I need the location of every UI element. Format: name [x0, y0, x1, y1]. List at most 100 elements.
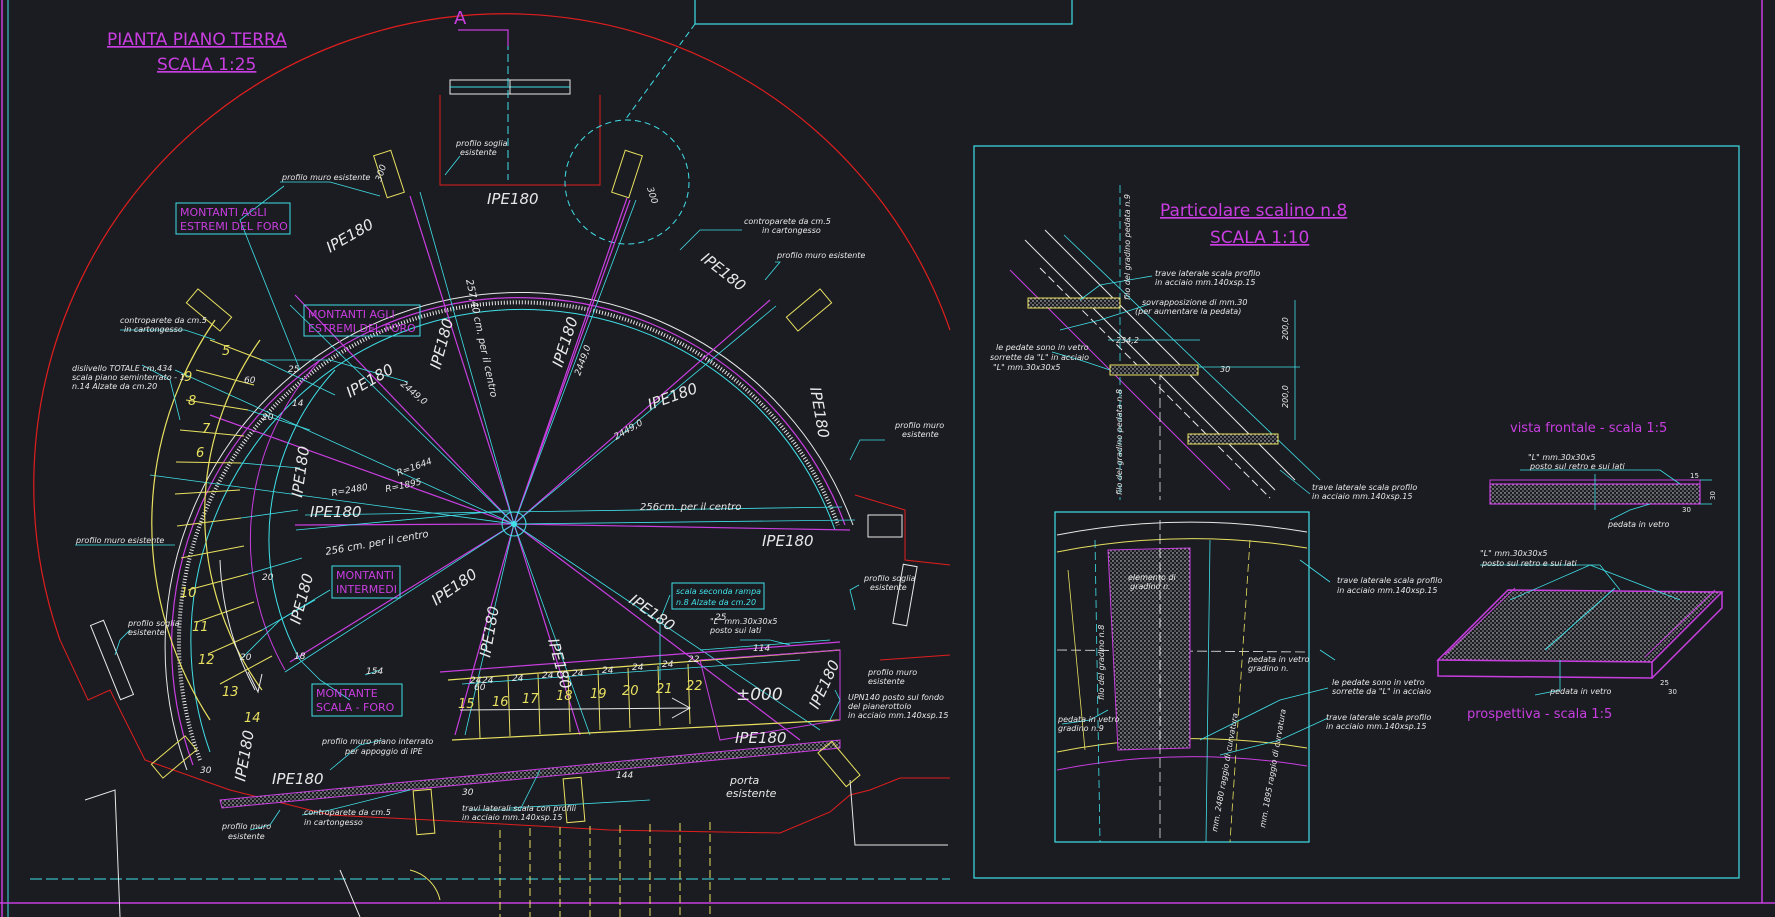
- svg-text:30: 30: [462, 788, 474, 798]
- plan-scale: SCALA 1:25: [157, 55, 256, 75]
- frontal-view: vista frontale - scala 1:5 "L" mm.30x30x…: [1489, 421, 1717, 529]
- svg-text:21: 21: [656, 682, 673, 697]
- svg-text:pedata in vetro: pedata in vetro: [1549, 687, 1611, 696]
- svg-text:trave laterale scala profilo: trave laterale scala profilo: [1326, 713, 1431, 722]
- svg-text:12: 12: [198, 653, 215, 668]
- svg-text:controparete da cm.5: controparete da cm.5: [304, 808, 391, 817]
- beam-label-extra-5: IPE180: [231, 729, 258, 783]
- svg-text:18: 18: [556, 689, 573, 704]
- svg-text:24: 24: [542, 671, 554, 681]
- svg-text:in cartongesso: in cartongesso: [124, 325, 183, 334]
- svg-text:15: 15: [458, 697, 475, 712]
- svg-text:profilo muro piano interrato: profilo muro piano interrato: [321, 737, 433, 746]
- svg-text:dislivello TOTALE cm.434: dislivello TOTALE cm.434: [72, 364, 172, 373]
- svg-text:profilo soglia: profilo soglia: [127, 619, 180, 628]
- svg-text:IPE180: IPE180: [288, 445, 313, 499]
- svg-text:trave laterale scala profilo: trave laterale scala profilo: [1337, 576, 1442, 585]
- svg-text:per appoggio di IPE: per appoggio di IPE: [344, 747, 424, 756]
- plan-title: PIANTA PIANO TERRA: [107, 30, 287, 50]
- svg-text:controparete da cm.5: controparete da cm.5: [744, 217, 831, 226]
- svg-text:n.8 Alzate da cm.20: n.8 Alzate da cm.20: [676, 598, 756, 607]
- bottom-wall: [84, 779, 948, 917]
- svg-text:114: 114: [753, 644, 770, 654]
- svg-text:24: 24: [572, 669, 584, 679]
- svg-text:gradino n.: gradino n.: [1130, 582, 1171, 591]
- svg-text:11: 11: [192, 620, 209, 635]
- svg-text:22: 22: [688, 655, 700, 665]
- svg-text:scala seconda rampa: scala seconda rampa: [676, 587, 761, 596]
- svg-text:IPE180: IPE180: [286, 572, 317, 626]
- svg-text:144: 144: [616, 771, 633, 781]
- svg-text:filo del gradino n.8: filo del gradino n.8: [1097, 625, 1106, 700]
- svg-text:30: 30: [1682, 506, 1691, 514]
- boxed-label-rampa: scala seconda rampa n.8 Alzate da cm.20: [671, 582, 765, 610]
- svg-text:gradino n.: gradino n.: [1248, 664, 1289, 673]
- svg-text:pedata in vetro: pedata in vetro: [1247, 655, 1309, 664]
- svg-text:travi laterali scala con profi: travi laterali scala con profili: [462, 804, 577, 813]
- svg-text:gradino n.9: gradino n.9: [1058, 724, 1104, 733]
- svg-text:le pedate sono in vetro: le pedate sono in vetro: [996, 343, 1089, 352]
- title-block-top: [694, 0, 1073, 25]
- step-numbers: 5 6 7 8 9 10 11 12 13 14 15 16 17 18 19 …: [180, 344, 703, 726]
- svg-text:INTERMEDI: INTERMEDI: [336, 583, 397, 596]
- svg-text:profilo muro esistente: profilo muro esistente: [776, 251, 865, 260]
- svg-text:19: 19: [590, 687, 607, 702]
- svg-text:256 cm. per il centro: 256 cm. per il centro: [325, 529, 430, 558]
- svg-text:30: 30: [1220, 365, 1230, 374]
- svg-text:sorrette da "L" in acciaio: sorrette da "L" in acciaio: [990, 353, 1089, 362]
- door-label: porta esistente: [726, 774, 777, 800]
- boxed-label-montanti-1: MONTANTI AGLI ESTREMI DEL FORO: [175, 202, 291, 235]
- plan-title-group: PIANTA PIANO TERRA SCALA 1:25: [107, 30, 287, 75]
- radial-beam-centerlines: [149, 191, 856, 736]
- svg-text:mm. 1895 raggio di curvatura: mm. 1895 raggio di curvatura: [1258, 708, 1288, 828]
- detail-title: Particolare scalino n.8: [1160, 201, 1347, 221]
- svg-text:esistente: esistente: [128, 628, 165, 637]
- detail-callout-leader: [624, 23, 696, 121]
- svg-text:200,0: 200,0: [1281, 317, 1290, 340]
- svg-text:IPE180: IPE180: [272, 770, 324, 788]
- svg-text:posto sul retro e sui lati: posto sul retro e sui lati: [1529, 462, 1626, 471]
- svg-text:in cartongesso: in cartongesso: [762, 226, 821, 235]
- svg-text:IPE180: IPE180: [762, 532, 814, 550]
- svg-text:SCALA - FORO: SCALA - FORO: [316, 701, 395, 714]
- detail-circle: [564, 119, 690, 245]
- svg-text:porta: porta: [729, 774, 760, 787]
- svg-text:24: 24: [662, 660, 674, 670]
- svg-text:24: 24: [512, 674, 524, 684]
- svg-text:elemento di: elemento di: [1128, 573, 1177, 582]
- svg-text:±000: ±000: [736, 685, 783, 705]
- svg-text:"L" mm.30x30x5: "L" mm.30x30x5: [1528, 453, 1595, 462]
- section-mark: A: [454, 8, 467, 29]
- svg-text:R=1644: R=1644: [396, 457, 434, 479]
- svg-text:in acciaio mm.140xsp.15: in acciaio mm.140xsp.15: [462, 813, 562, 822]
- svg-text:"L" mm.30x30x5: "L" mm.30x30x5: [993, 363, 1060, 372]
- svg-text:ESTREMI DEL FORO: ESTREMI DEL FORO: [180, 220, 288, 233]
- svg-text:24: 24: [602, 666, 614, 676]
- svg-text:"L" mm.30x30x5: "L" mm.30x30x5: [1480, 549, 1547, 558]
- svg-text:IPE180: IPE180: [487, 190, 539, 208]
- svg-text:13: 13: [222, 685, 239, 700]
- beam-label-extra-3: IPE180: [805, 657, 843, 711]
- svg-text:25: 25: [1660, 679, 1669, 687]
- frontal-title: vista frontale - scala 1:5: [1510, 421, 1667, 436]
- svg-text:2449,0: 2449,0: [398, 380, 429, 408]
- svg-text:sovrapposizione di mm.30: sovrapposizione di mm.30: [1142, 298, 1247, 307]
- svg-text:5: 5: [222, 344, 230, 359]
- svg-text:30: 30: [200, 766, 212, 776]
- svg-text:profilo muro: profilo muro: [221, 822, 271, 831]
- svg-text:MONTANTI AGLI: MONTANTI AGLI: [308, 308, 395, 321]
- svg-text:234,2: 234,2: [1116, 336, 1139, 345]
- svg-text:esistente: esistente: [870, 583, 907, 592]
- detail-notes: trave laterale scala profilo in acciaio …: [990, 194, 1442, 733]
- svg-text:200,0: 200,0: [1281, 385, 1290, 408]
- svg-text:30: 30: [1709, 491, 1717, 500]
- svg-text:sorrette da "L" in acciaio: sorrette da "L" in acciaio: [1332, 687, 1431, 696]
- svg-text:R=2480: R=2480: [331, 483, 369, 499]
- svg-text:controparete da cm.5: controparete da cm.5: [120, 316, 207, 325]
- svg-text:20: 20: [240, 653, 252, 663]
- svg-text:filo del gradino pedata n.9: filo del gradino pedata n.9: [1123, 194, 1132, 300]
- svg-text:IPE180: IPE180: [323, 215, 377, 256]
- svg-text:60: 60: [244, 376, 256, 386]
- svg-text:esistente: esistente: [460, 148, 497, 157]
- svg-text:pedata in vetro: pedata in vetro: [1607, 520, 1669, 529]
